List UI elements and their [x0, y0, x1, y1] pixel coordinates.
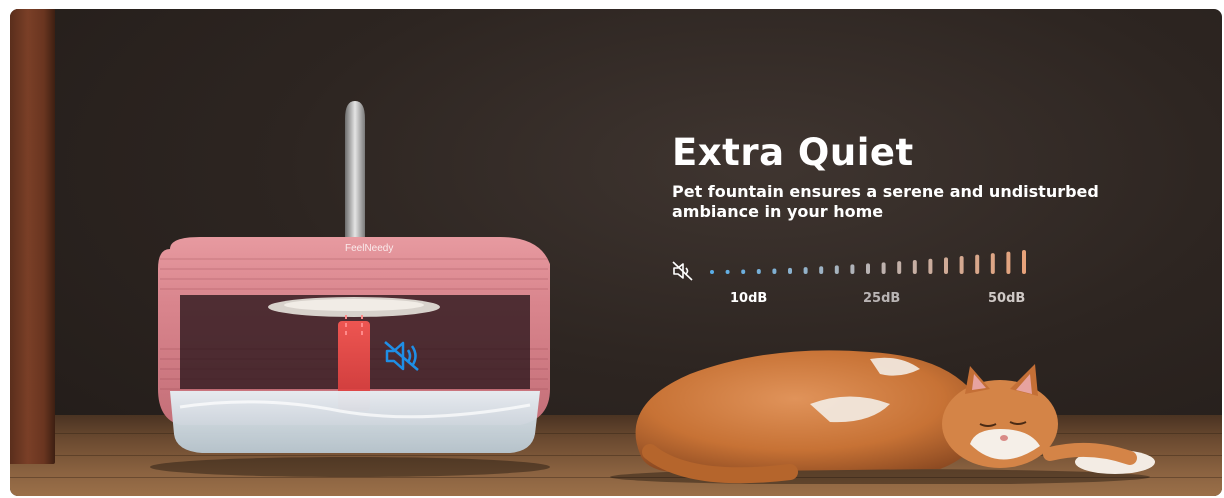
- noise-bar: [850, 264, 855, 274]
- db-label-10: 10dB: [730, 291, 768, 306]
- noise-bar: [897, 261, 902, 274]
- speaker-mute-icon: [384, 341, 419, 371]
- noise-bar: [756, 269, 761, 274]
- noise-bar: [990, 253, 995, 274]
- noise-bar: [803, 267, 808, 274]
- noise-bar: [772, 268, 777, 274]
- noise-bar: [834, 265, 839, 274]
- noise-bar: [819, 266, 824, 274]
- noise-bar: [788, 267, 792, 274]
- brand-logo: FeelNeedy: [345, 243, 393, 254]
- product-banner: FeelNeedy Extra Quiet Pet fountain ensur…: [10, 9, 1222, 496]
- noise-bar: [975, 254, 980, 274]
- noise-bar: [928, 258, 933, 274]
- noise-bar: [881, 262, 886, 274]
- noise-level-bars: [710, 250, 1026, 274]
- subheadline: Pet fountain ensures a serene and undist…: [672, 182, 1099, 221]
- db-label-50: 50dB: [988, 291, 1026, 306]
- sleeping-cat-image: [610, 350, 1155, 484]
- noise-bar: [1006, 251, 1011, 274]
- noise-bar: [912, 259, 917, 274]
- noise-bar: [1022, 250, 1026, 274]
- noise-bar: [725, 269, 730, 274]
- noise-bar: [959, 256, 964, 274]
- pet-fountain-image: FeelNeedy: [150, 101, 550, 477]
- db-label-25: 25dB: [863, 291, 901, 306]
- headline: Extra Quiet: [672, 131, 914, 174]
- speaker-mute-icon: [672, 261, 693, 281]
- wooden-door-frame: [10, 9, 55, 464]
- noise-level-scale: 10dB 25dB 50dB: [670, 245, 1030, 306]
- noise-bar: [710, 270, 714, 274]
- noise-bar: [866, 263, 870, 274]
- noise-bar: [741, 269, 746, 274]
- noise-bar: [944, 257, 948, 274]
